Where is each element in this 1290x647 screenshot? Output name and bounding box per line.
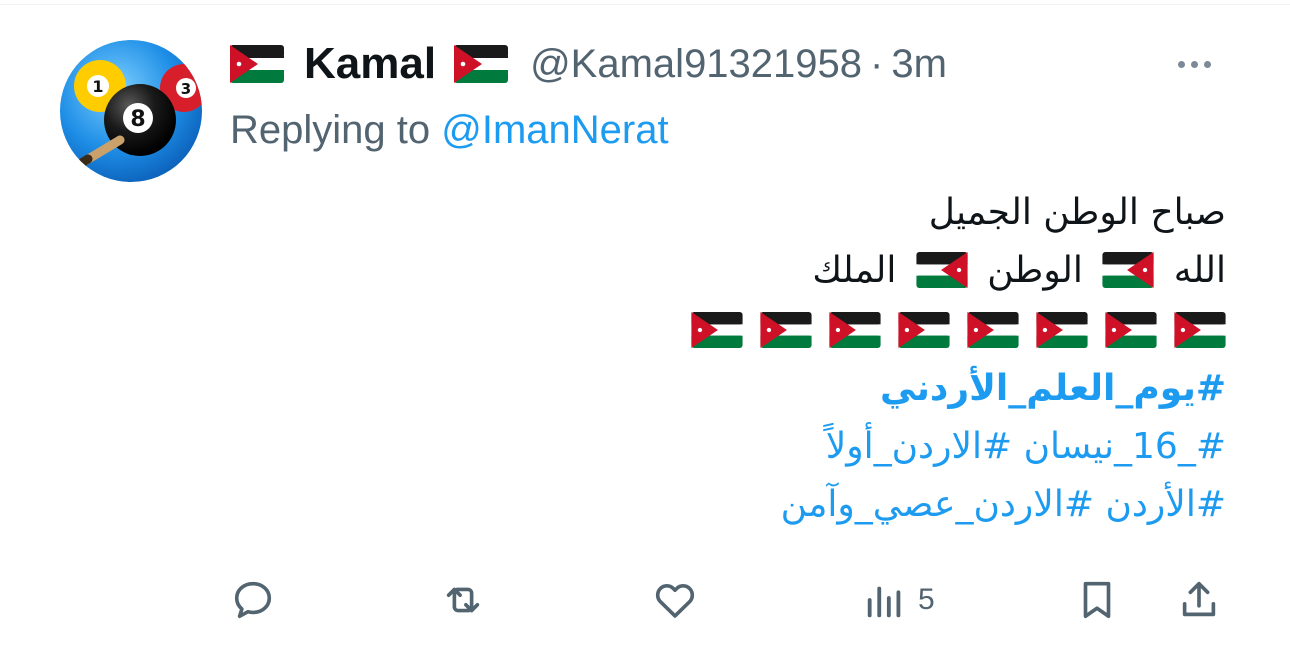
tweet-timestamp[interactable]: 3m — [891, 42, 947, 87]
body-line-1: صباح الوطن الجميل — [928, 192, 1226, 233]
tweet-actions-bar: 5 — [0, 570, 1290, 630]
jordan-flag-icon — [230, 45, 284, 83]
jordan-flag-icon — [1102, 252, 1154, 288]
reply-mention-link[interactable]: @ImanNerat — [441, 108, 668, 152]
bookmark-icon — [1083, 581, 1111, 619]
body-word-watan: الوطن — [987, 250, 1083, 291]
retweet-button[interactable] — [440, 570, 486, 630]
jordan-flag-icon — [454, 45, 509, 83]
reply-button[interactable] — [230, 570, 276, 630]
jordan-flag-icon — [691, 312, 743, 348]
tweet-body: صباح الوطن الجميل الله الوطن الملك #يوم_… — [626, 184, 1226, 534]
body-line-2: الله الوطن الملك — [626, 242, 1226, 300]
jordan-flag-icon — [898, 312, 950, 348]
tweet-header: Kamal @Kamal91321958 · 3m — [230, 36, 947, 92]
more-options-icon[interactable] — [1178, 54, 1228, 74]
avatar[interactable]: 1 3 8 — [60, 40, 202, 182]
top-divider — [0, 4, 1290, 5]
hashtag-line-2[interactable]: #_16_نيسان #الاردن_أولاً — [626, 418, 1226, 476]
replying-to-line: Replying to @ImanNerat — [230, 108, 669, 153]
svg-text:8: 8 — [130, 107, 145, 132]
hashtag-link[interactable]: #يوم_العلم_الأردني — [626, 360, 1226, 418]
author-handle[interactable]: @Kamal91321958 — [530, 42, 862, 87]
jordan-flag-icon — [1174, 312, 1226, 348]
bookmark-button[interactable] — [1074, 570, 1120, 630]
jordan-flag-icon — [829, 312, 881, 348]
views-chart-icon — [867, 586, 901, 618]
jordan-flag-icon — [916, 252, 968, 288]
jordan-flag-icon — [760, 312, 812, 348]
retweet-icon — [446, 587, 480, 613]
views-button[interactable]: 5 — [862, 570, 935, 630]
svg-text:1: 1 — [92, 77, 103, 96]
flag-emoji-row — [626, 300, 1226, 360]
share-button[interactable] — [1176, 570, 1222, 630]
body-word-allah: الله — [1173, 250, 1226, 291]
share-icon — [1182, 581, 1216, 617]
views-count: 5 — [918, 583, 935, 616]
reply-icon — [234, 581, 272, 619]
svg-text:3: 3 — [181, 80, 191, 98]
separator-dot: · — [870, 41, 884, 86]
author-display-name[interactable]: Kamal — [304, 39, 436, 89]
jordan-flag-icon — [1105, 312, 1157, 348]
eight-ball-billiards-avatar: 1 3 8 — [60, 40, 202, 182]
hashtag-line-3[interactable]: #الأردن #الاردن_عصي_وآمن — [626, 476, 1226, 534]
like-button[interactable] — [652, 570, 698, 630]
body-word-malik: الملك — [812, 250, 897, 291]
replying-to-label: Replying to — [230, 108, 431, 152]
heart-icon — [655, 584, 695, 618]
jordan-flag-icon — [967, 312, 1019, 348]
jordan-flag-icon — [1036, 312, 1088, 348]
